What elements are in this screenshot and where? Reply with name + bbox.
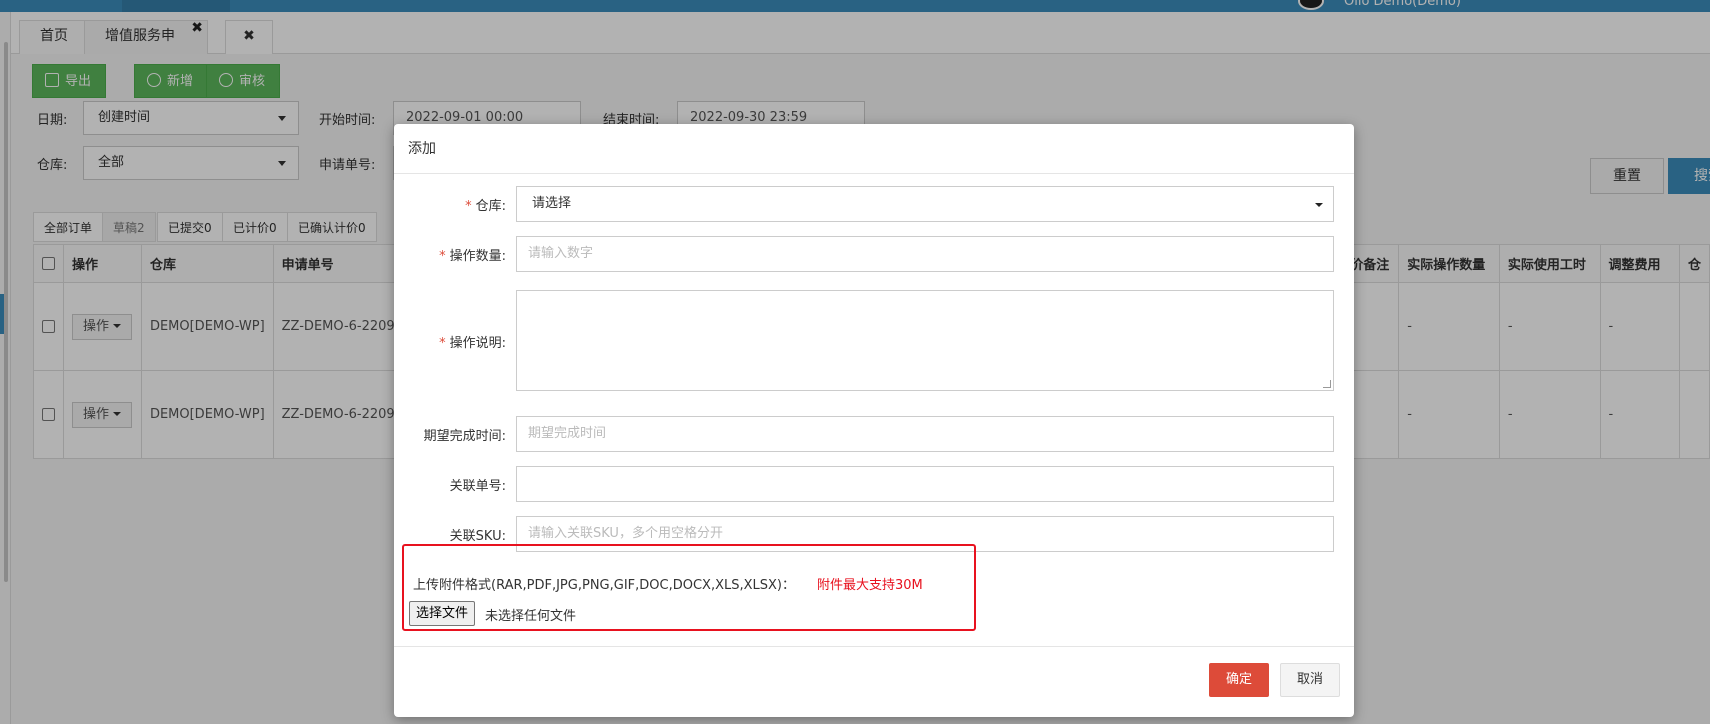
expected-time-label: 期望完成时间: — [423, 429, 506, 444]
required-mark: * — [439, 249, 446, 264]
quantity-input[interactable]: 请输入数字 — [516, 236, 1334, 272]
description-textarea[interactable] — [516, 290, 1334, 391]
required-mark: * — [439, 336, 446, 351]
add-dialog: 添加 * 仓库: 请选择 * 操作数量: 请输入数字 * 操作说明: 期望完成时间: … — [394, 124, 1354, 717]
warehouse-select-value: 请选择 — [532, 196, 572, 211]
choose-file-button[interactable]: 选择文件 — [409, 601, 476, 626]
dialog-footer: 确定 取消 — [394, 646, 1354, 717]
upload-format-text: 上传附件格式(RAR,PDF,JPG,PNG,GIF,DOC,DOCX,XLS,… — [413, 578, 795, 593]
description-label-text: 操作说明: — [449, 336, 506, 351]
resize-grip-icon[interactable] — [1323, 380, 1331, 388]
quantity-field-label: * 操作数量: — [439, 245, 506, 264]
confirm-button[interactable]: 确定 — [1209, 663, 1269, 697]
related-order-label: 关联单号: — [449, 479, 506, 494]
quantity-placeholder: 请输入数字 — [528, 246, 594, 261]
expected-time-placeholder: 期望完成时间 — [528, 426, 607, 441]
warehouse-select[interactable]: 请选择 — [516, 186, 1334, 222]
required-mark: * — [465, 199, 472, 214]
description-field-label: * 操作说明: — [439, 332, 506, 351]
related-order-input[interactable] — [516, 466, 1334, 502]
related-sku-label: 关联SKU: — [449, 529, 506, 544]
warehouse-label-text: 仓库: — [475, 199, 506, 214]
related-sku-placeholder: 请输入关联SKU，多个用空格分开 — [528, 526, 723, 541]
upload-size-hint: 附件最大支持30M — [817, 578, 923, 593]
quantity-label-text: 操作数量: — [449, 249, 506, 264]
cancel-button[interactable]: 取消 — [1280, 663, 1340, 697]
warehouse-field-label: * 仓库: — [465, 195, 506, 214]
dialog-title: 添加 — [394, 124, 1354, 174]
expected-time-input[interactable]: 期望完成时间 — [516, 416, 1334, 452]
chevron-down-icon — [1315, 203, 1323, 207]
file-status-text: 未选择任何文件 — [485, 609, 577, 624]
